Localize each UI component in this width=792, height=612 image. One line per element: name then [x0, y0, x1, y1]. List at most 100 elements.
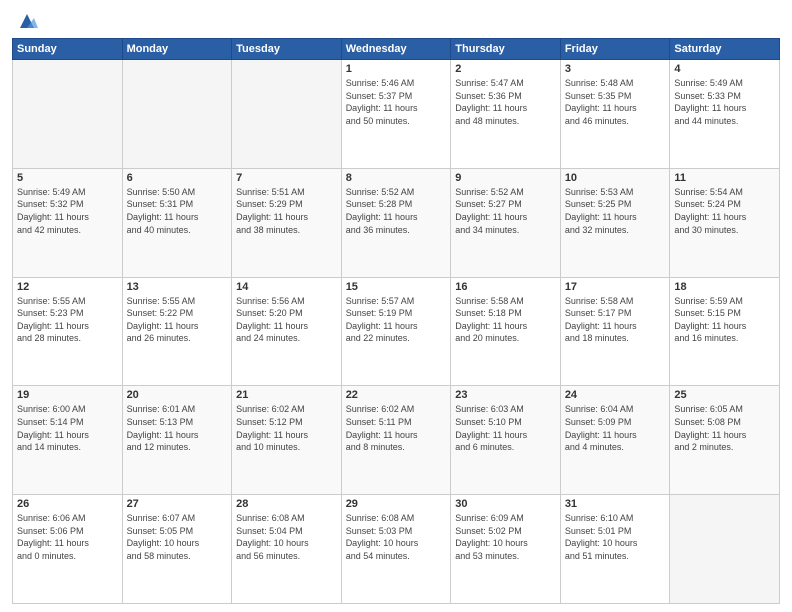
day-info: Sunrise: 6:05 AM Sunset: 5:08 PM Dayligh…	[674, 403, 775, 453]
day-number: 22	[346, 389, 447, 401]
day-info: Sunrise: 5:51 AM Sunset: 5:29 PM Dayligh…	[236, 186, 337, 236]
day-info: Sunrise: 5:50 AM Sunset: 5:31 PM Dayligh…	[127, 186, 228, 236]
calendar-cell: 9 Sunrise: 5:52 AM Sunset: 5:27 PM Daylig…	[451, 168, 561, 277]
calendar-week-4: 19Sunrise: 6:00 AM Sunset: 5:14 PM Dayli…	[13, 386, 780, 495]
day-number: 6	[127, 172, 228, 184]
calendar-cell	[13, 60, 123, 169]
calendar-cell	[122, 60, 232, 169]
calendar-cell: 27 Sunrise: 6:07 AM Sunset: 5:05 PM Dayli…	[122, 495, 232, 604]
day-number: 24	[565, 389, 666, 401]
day-number: 1	[346, 63, 447, 75]
day-number: 25	[674, 389, 775, 401]
calendar-cell: 29Sunrise: 6:08 AM Sunset: 5:03 PM Dayli…	[341, 495, 451, 604]
day-info: Sunrise: 5:47 AM Sunset: 5:36 PM Dayligh…	[455, 77, 556, 127]
day-info: Sunrise: 6:04 AM Sunset: 5:09 PM Dayligh…	[565, 403, 666, 453]
day-number: 3	[565, 63, 666, 75]
day-info: Sunrise: 6:09 AM Sunset: 5:02 PM Dayligh…	[455, 512, 556, 562]
calendar-cell: 3Sunrise: 5:48 AM Sunset: 5:35 PM Daylig…	[560, 60, 670, 169]
weekday-header-sunday: Sunday	[13, 39, 123, 60]
day-info: Sunrise: 5:52 AM Sunset: 5:27 PM Dayligh…	[455, 186, 556, 236]
calendar-cell: 7 Sunrise: 5:51 AM Sunset: 5:29 PM Daylig…	[232, 168, 342, 277]
day-number: 8	[346, 172, 447, 184]
day-number: 7	[236, 172, 337, 184]
calendar-cell: 21 Sunrise: 6:02 AM Sunset: 5:12 PM Dayli…	[232, 386, 342, 495]
calendar-cell: 31 Sunrise: 6:10 AM Sunset: 5:01 PM Dayli…	[560, 495, 670, 604]
logo-icon	[16, 10, 38, 32]
weekday-header-monday: Monday	[122, 39, 232, 60]
day-info: Sunrise: 5:54 AM Sunset: 5:24 PM Dayligh…	[674, 186, 775, 236]
calendar-cell	[232, 60, 342, 169]
day-number: 2	[455, 63, 556, 75]
calendar-cell: 12 Sunrise: 5:55 AM Sunset: 5:23 PM Dayli…	[13, 277, 123, 386]
day-info: Sunrise: 5:52 AM Sunset: 5:28 PM Dayligh…	[346, 186, 447, 236]
calendar-cell: 11 Sunrise: 5:54 AM Sunset: 5:24 PM Dayli…	[670, 168, 780, 277]
day-info: Sunrise: 6:01 AM Sunset: 5:13 PM Dayligh…	[127, 403, 228, 453]
day-info: Sunrise: 5:57 AM Sunset: 5:19 PM Dayligh…	[346, 295, 447, 345]
day-number: 13	[127, 281, 228, 293]
day-info: Sunrise: 6:02 AM Sunset: 5:11 PM Dayligh…	[346, 403, 447, 453]
day-number: 31	[565, 498, 666, 510]
day-info: Sunrise: 5:49 AM Sunset: 5:32 PM Dayligh…	[17, 186, 118, 236]
day-number: 16	[455, 281, 556, 293]
day-number: 20	[127, 389, 228, 401]
day-info: Sunrise: 6:06 AM Sunset: 5:06 PM Dayligh…	[17, 512, 118, 562]
day-info: Sunrise: 6:07 AM Sunset: 5:05 PM Dayligh…	[127, 512, 228, 562]
day-info: Sunrise: 5:49 AM Sunset: 5:33 PM Dayligh…	[674, 77, 775, 127]
calendar-cell: 2 Sunrise: 5:47 AM Sunset: 5:36 PM Daylig…	[451, 60, 561, 169]
calendar-cell: 10Sunrise: 5:53 AM Sunset: 5:25 PM Dayli…	[560, 168, 670, 277]
day-number: 23	[455, 389, 556, 401]
day-number: 10	[565, 172, 666, 184]
day-info: Sunrise: 5:58 AM Sunset: 5:18 PM Dayligh…	[455, 295, 556, 345]
calendar-cell: 4 Sunrise: 5:49 AM Sunset: 5:33 PM Daylig…	[670, 60, 780, 169]
day-info: Sunrise: 6:03 AM Sunset: 5:10 PM Dayligh…	[455, 403, 556, 453]
calendar-week-1: 1 Sunrise: 5:46 AM Sunset: 5:37 PM Daylig…	[13, 60, 780, 169]
day-number: 5	[17, 172, 118, 184]
logo	[12, 10, 38, 32]
calendar-cell: 20 Sunrise: 6:01 AM Sunset: 5:13 PM Dayli…	[122, 386, 232, 495]
weekday-header-friday: Friday	[560, 39, 670, 60]
day-number: 27	[127, 498, 228, 510]
day-info: Sunrise: 6:10 AM Sunset: 5:01 PM Dayligh…	[565, 512, 666, 562]
calendar-cell: 25 Sunrise: 6:05 AM Sunset: 5:08 PM Dayli…	[670, 386, 780, 495]
day-info: Sunrise: 5:55 AM Sunset: 5:23 PM Dayligh…	[17, 295, 118, 345]
calendar-cell: 28 Sunrise: 6:08 AM Sunset: 5:04 PM Dayli…	[232, 495, 342, 604]
day-info: Sunrise: 5:59 AM Sunset: 5:15 PM Dayligh…	[674, 295, 775, 345]
calendar-cell: 13 Sunrise: 5:55 AM Sunset: 5:22 PM Dayli…	[122, 277, 232, 386]
calendar-week-3: 12 Sunrise: 5:55 AM Sunset: 5:23 PM Dayli…	[13, 277, 780, 386]
weekday-header-row: SundayMondayTuesdayWednesdayThursdayFrid…	[13, 39, 780, 60]
day-number: 12	[17, 281, 118, 293]
calendar-cell: 5 Sunrise: 5:49 AM Sunset: 5:32 PM Daylig…	[13, 168, 123, 277]
calendar-cell: 6 Sunrise: 5:50 AM Sunset: 5:31 PM Daylig…	[122, 168, 232, 277]
day-number: 11	[674, 172, 775, 184]
day-number: 21	[236, 389, 337, 401]
calendar-cell: 1 Sunrise: 5:46 AM Sunset: 5:37 PM Daylig…	[341, 60, 451, 169]
day-number: 19	[17, 389, 118, 401]
day-info: Sunrise: 5:55 AM Sunset: 5:22 PM Dayligh…	[127, 295, 228, 345]
weekday-header-wednesday: Wednesday	[341, 39, 451, 60]
calendar-week-5: 26Sunrise: 6:06 AM Sunset: 5:06 PM Dayli…	[13, 495, 780, 604]
weekday-header-saturday: Saturday	[670, 39, 780, 60]
day-number: 4	[674, 63, 775, 75]
calendar-cell: 19Sunrise: 6:00 AM Sunset: 5:14 PM Dayli…	[13, 386, 123, 495]
calendar-cell	[670, 495, 780, 604]
calendar-cell: 17Sunrise: 5:58 AM Sunset: 5:17 PM Dayli…	[560, 277, 670, 386]
calendar-cell: 23 Sunrise: 6:03 AM Sunset: 5:10 PM Dayli…	[451, 386, 561, 495]
calendar-cell: 18Sunrise: 5:59 AM Sunset: 5:15 PM Dayli…	[670, 277, 780, 386]
calendar-cell: 24 Sunrise: 6:04 AM Sunset: 5:09 PM Dayli…	[560, 386, 670, 495]
calendar-cell: 22 Sunrise: 6:02 AM Sunset: 5:11 PM Dayli…	[341, 386, 451, 495]
day-number: 17	[565, 281, 666, 293]
day-info: Sunrise: 6:08 AM Sunset: 5:04 PM Dayligh…	[236, 512, 337, 562]
calendar-cell: 16 Sunrise: 5:58 AM Sunset: 5:18 PM Dayli…	[451, 277, 561, 386]
day-info: Sunrise: 6:02 AM Sunset: 5:12 PM Dayligh…	[236, 403, 337, 453]
day-number: 14	[236, 281, 337, 293]
day-info: Sunrise: 5:46 AM Sunset: 5:37 PM Dayligh…	[346, 77, 447, 127]
calendar-cell: 15 Sunrise: 5:57 AM Sunset: 5:19 PM Dayli…	[341, 277, 451, 386]
day-number: 30	[455, 498, 556, 510]
day-number: 15	[346, 281, 447, 293]
day-number: 28	[236, 498, 337, 510]
calendar-week-2: 5 Sunrise: 5:49 AM Sunset: 5:32 PM Daylig…	[13, 168, 780, 277]
calendar-cell: 30 Sunrise: 6:09 AM Sunset: 5:02 PM Dayli…	[451, 495, 561, 604]
day-info: Sunrise: 5:56 AM Sunset: 5:20 PM Dayligh…	[236, 295, 337, 345]
day-number: 9	[455, 172, 556, 184]
page: SundayMondayTuesdayWednesdayThursdayFrid…	[0, 0, 792, 612]
